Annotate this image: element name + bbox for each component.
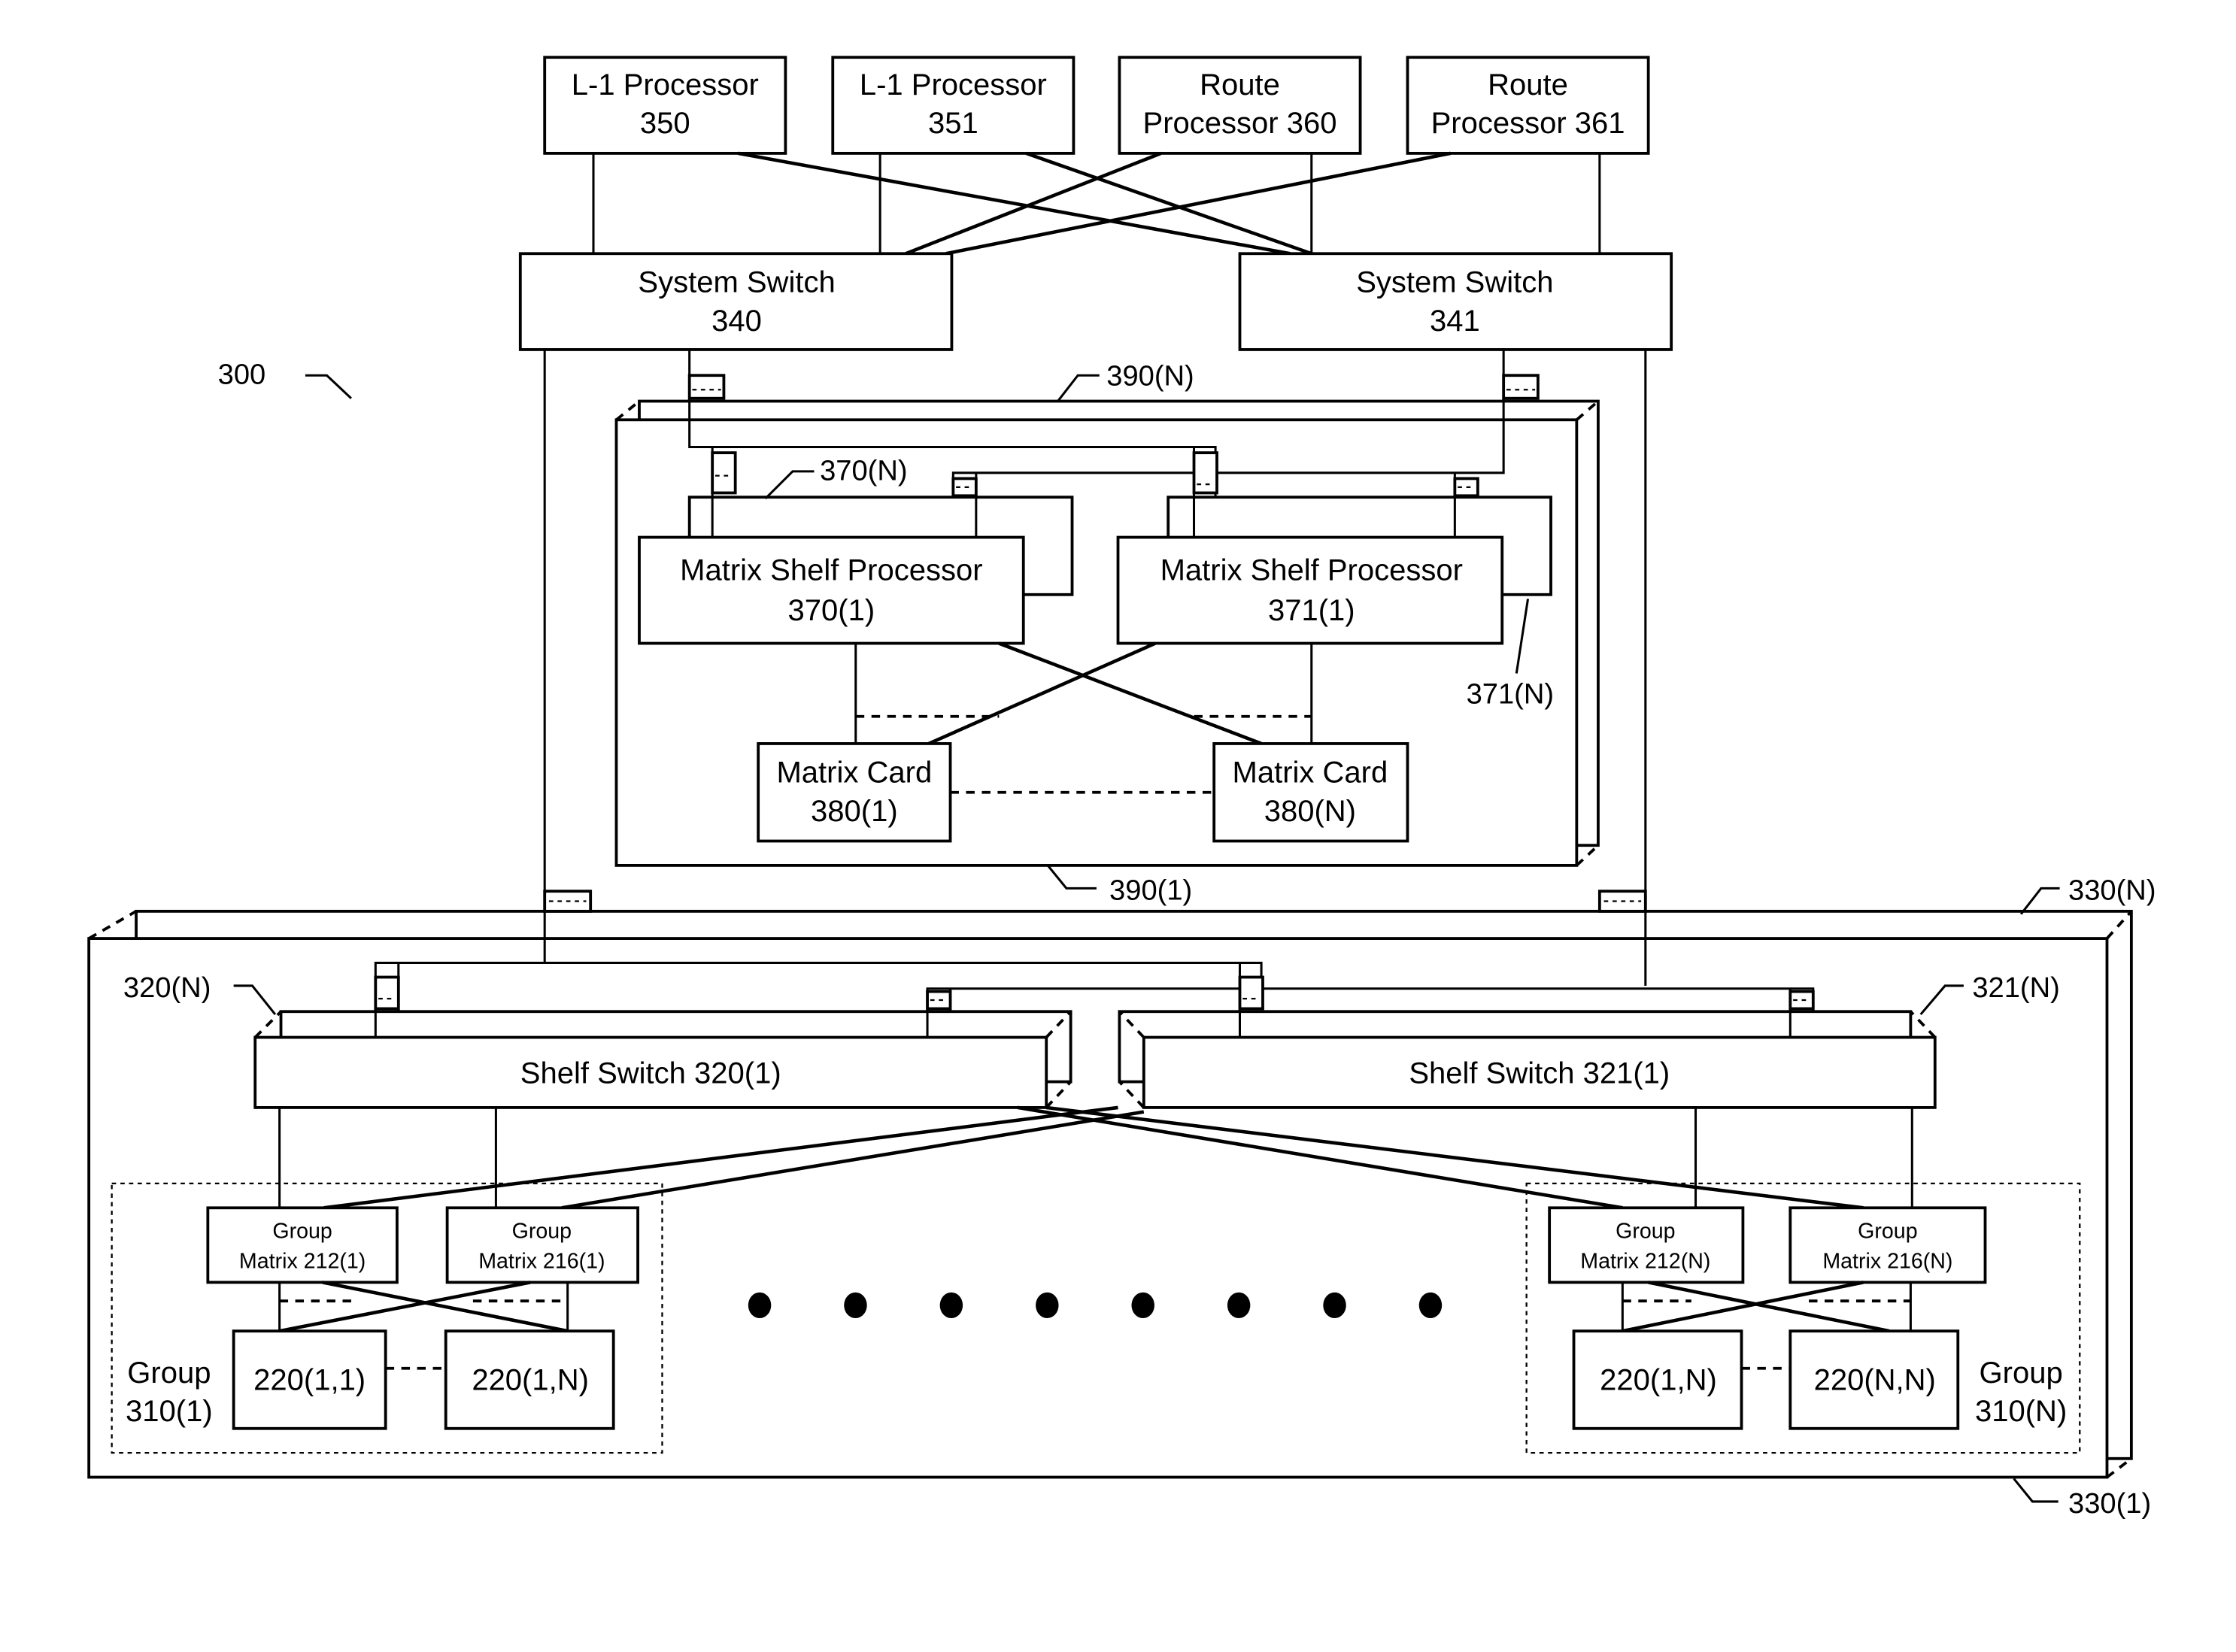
msp-371-line1: Matrix Shelf Processor [1160, 554, 1463, 587]
line-card-220-1-n-label: 220(1,N) [472, 1363, 589, 1396]
matrix-card-380-n-line2: 380(N) [1264, 795, 1356, 828]
ellipsis-dot [748, 1292, 772, 1319]
line-card-220-1-1: 220(1,1) [232, 1329, 387, 1430]
ellipsis-dot [1323, 1292, 1346, 1319]
line-card-220-n-n-label: 220(N,N) [1814, 1363, 1936, 1396]
gm-216-1-line2: Matrix 216(1) [478, 1249, 605, 1273]
matrix-shelf-processor-371: Matrix Shelf Processor 371(1) [1116, 496, 1552, 645]
ellipsis-dot [1227, 1292, 1251, 1319]
group-matrix-212-1: Group Matrix 212(1) [206, 1206, 399, 1284]
msp-370-line2: 370(1) [788, 594, 875, 627]
l1-processor-351-line2: 351 [928, 107, 978, 140]
msp-370-line1: Matrix Shelf Processor [680, 554, 982, 587]
link-351-341 [1025, 151, 1312, 256]
line-card-220-1-n-right: 220(1,N) [1572, 1329, 1743, 1430]
gm-212-n-line1: Group [1616, 1219, 1675, 1243]
shelf-switch-320: Shelf Switch 320(1) [253, 1010, 1072, 1109]
l1-processor-351: L-1 Processor 351 [831, 56, 1076, 155]
msp-371-line2: 371(1) [1268, 594, 1355, 627]
group-matrix-216-n: Group Matrix 216(N) [1788, 1206, 1987, 1284]
matrix-shelf-front-label: 390(1) [1109, 875, 1192, 907]
line-card-220-1-n-right-label: 220(1,N) [1600, 1363, 1717, 1396]
system-switch-340-line1: System Switch [638, 266, 835, 299]
gm-212-1-line2: Matrix 212(1) [239, 1249, 366, 1273]
matrix-shelf-back-leader [1057, 374, 1100, 402]
figure-reference-label: 300 [218, 359, 266, 391]
route-processor-360-line1: Route [1200, 68, 1280, 102]
system-switch-340-line2: 340 [711, 305, 762, 338]
link-360-340 [905, 151, 1162, 256]
group-310-n-line2: 310(N) [1975, 1395, 2067, 1428]
msp-371-back-label: 371(N) [1467, 679, 1555, 711]
shelf-switch-321-back-label: 321(N) [1972, 972, 2060, 1004]
group-310-1-line2: 310(1) [126, 1395, 213, 1428]
l1-processor-350: L-1 Processor 350 [543, 56, 787, 155]
shelf-switch-320-back-label: 320(N) [123, 972, 211, 1004]
ellipsis-dot [1418, 1292, 1443, 1319]
ellipsis-dot [1131, 1292, 1154, 1319]
l1-processor-350-line1: L-1 Processor [572, 68, 759, 102]
port-shelf-front-leader [2013, 1478, 2059, 1503]
gm-212-n-line2: Matrix 212(N) [1580, 1249, 1710, 1273]
route-processor-361-line2: Processor 361 [1431, 107, 1625, 140]
processor-switch-links [592, 151, 1601, 256]
group-matrix-212-n: Group Matrix 212(N) [1548, 1206, 1745, 1284]
ellipsis-dot [939, 1292, 963, 1319]
group-310-n-line1: Group [1980, 1356, 2063, 1390]
matrix-card-380-1-line1: Matrix Card [776, 756, 932, 789]
gm-216-n-line1: Group [1858, 1219, 1917, 1243]
line-card-220-1-n: 220(1,N) [444, 1329, 615, 1430]
route-processor-361: Route Processor 361 [1406, 56, 1650, 155]
figure-reference-leader [305, 374, 352, 399]
route-processor-360-line2: Processor 360 [1143, 107, 1337, 140]
shelf-switch-320-label: Shelf Switch 320(1) [520, 1057, 781, 1090]
shelf-switch-321: Shelf Switch 321(1) [1118, 1010, 1937, 1109]
l1-processor-351-line1: L-1 Processor [860, 68, 1047, 102]
route-processor-360: Route Processor 360 [1118, 56, 1362, 155]
matrix-shelf-processor-370: Matrix Shelf Processor 370(1) [638, 496, 1074, 645]
gm-216-n-line2: Matrix 216(N) [1822, 1249, 1952, 1273]
msp-370-back-label: 370(N) [820, 455, 908, 487]
ellipsis-dot [844, 1292, 867, 1319]
l1-processor-350-line2: 350 [640, 107, 690, 140]
group-matrix-216-1: Group Matrix 216(1) [445, 1206, 639, 1284]
matrix-card-380-n: Matrix Card 380(N) [1212, 742, 1409, 843]
matrix-card-380-n-line1: Matrix Card [1233, 756, 1388, 789]
port-shelf-back-label: 330(N) [2068, 875, 2156, 907]
group-310-1-line1: Group [127, 1356, 211, 1390]
system-switch-340: System Switch 340 [518, 252, 954, 351]
line-card-220-1-1-label: 220(1,1) [253, 1363, 366, 1396]
matrix-card-380-1-line2: 380(1) [811, 795, 898, 828]
port-shelf-front-label: 330(1) [2068, 1488, 2151, 1520]
system-switch-341-line1: System Switch [1356, 266, 1553, 299]
ellipsis-dot [1036, 1292, 1059, 1319]
matrix-shelf-front-leader [1046, 864, 1097, 890]
line-card-220-n-n: 220(N,N) [1788, 1329, 1960, 1430]
route-processor-361-line1: Route [1488, 68, 1568, 102]
matrix-shelf-back-label: 390(N) [1106, 361, 1194, 393]
matrix-card-380-1: Matrix Card 380(1) [757, 742, 952, 843]
shelf-switch-321-label: Shelf Switch 321(1) [1409, 1057, 1670, 1090]
network-element-diagram: L-1 Processor 350 L-1 Processor 351 Rout… [87, 56, 2156, 1520]
system-switch-341-line2: 341 [1430, 305, 1480, 338]
gm-216-1-line1: Group [512, 1219, 572, 1243]
system-switch-341: System Switch 341 [1238, 252, 1673, 351]
gm-212-1-line1: Group [272, 1219, 332, 1243]
